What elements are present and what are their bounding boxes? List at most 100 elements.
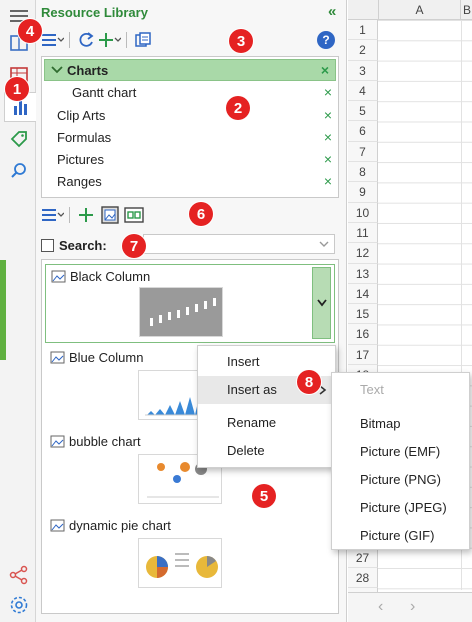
row-header[interactable]: 10 bbox=[348, 202, 378, 223]
chevron-right-icon[interactable]: › bbox=[410, 598, 415, 616]
callout-badge: 7 bbox=[122, 234, 146, 258]
list-item-black-column[interactable]: Black Column bbox=[45, 264, 335, 343]
expand-button[interactable] bbox=[312, 267, 331, 339]
picture-icon[interactable] bbox=[99, 204, 121, 226]
tag-icon[interactable] bbox=[6, 126, 32, 152]
resource-library-panel: Resource Library « ? Charts × Gantt char… bbox=[36, 0, 347, 622]
category-item-ranges[interactable]: Ranges × bbox=[42, 170, 338, 192]
row-header[interactable]: 3 bbox=[348, 60, 378, 81]
remove-icon[interactable]: × bbox=[324, 129, 332, 145]
settings-icon[interactable] bbox=[6, 592, 32, 618]
add-icon[interactable] bbox=[99, 29, 121, 51]
pie-chart-thumbnail bbox=[138, 538, 222, 588]
category-label: Gantt chart bbox=[72, 84, 137, 100]
context-menu: Insert Insert as Rename Delete bbox=[197, 345, 336, 468]
image-icon bbox=[50, 435, 65, 448]
category-label: Charts bbox=[67, 62, 109, 78]
chevron-down-icon[interactable] bbox=[318, 236, 330, 252]
row-header[interactable]: 27 bbox=[348, 547, 378, 569]
item-title: Blue Column bbox=[69, 350, 144, 365]
submenu-item-picture-emf[interactable]: Picture (EMF) bbox=[332, 438, 469, 466]
row-header[interactable]: 9 bbox=[348, 182, 378, 203]
chevron-left-icon[interactable]: ‹ bbox=[378, 598, 383, 616]
remove-icon[interactable]: × bbox=[324, 151, 332, 167]
submenu-item-picture-gif[interactable]: Picture (GIF) bbox=[332, 522, 469, 550]
black-column-thumbnail bbox=[139, 287, 223, 337]
share-icon[interactable] bbox=[6, 562, 32, 588]
submenu-item-picture-jpeg[interactable]: Picture (JPEG) bbox=[332, 494, 469, 522]
submenu-item-text: Text bbox=[360, 382, 384, 397]
resize-strip[interactable] bbox=[0, 260, 6, 360]
category-item-formulas[interactable]: Formulas × bbox=[42, 126, 338, 148]
insert-as-submenu: Text Bitmap Picture (EMF) Picture (PNG) … bbox=[331, 372, 470, 550]
submenu-item-bitmap[interactable]: Bitmap bbox=[332, 410, 469, 438]
row-header[interactable]: 13 bbox=[348, 263, 378, 284]
callout-badge: 8 bbox=[297, 370, 321, 394]
category-list: Charts × Gantt chart × Clip Arts × Formu… bbox=[41, 56, 339, 198]
remove-icon[interactable]: × bbox=[321, 62, 329, 78]
collapse-icon[interactable]: « bbox=[328, 3, 336, 20]
category-item-pictures[interactable]: Pictures × bbox=[42, 148, 338, 170]
search-checkbox[interactable] bbox=[41, 238, 54, 252]
thumbnail-size-icon[interactable] bbox=[123, 204, 145, 226]
callout-badge: 6 bbox=[189, 202, 213, 226]
column-header-a[interactable]: A bbox=[378, 0, 461, 20]
category-item-gantt-chart[interactable]: Gantt chart × bbox=[42, 81, 338, 103]
row-header[interactable]: 7 bbox=[348, 141, 378, 163]
column-header-b[interactable]: B bbox=[463, 0, 471, 20]
search-input[interactable] bbox=[143, 234, 335, 254]
menu-item-rename[interactable]: Rename bbox=[198, 409, 335, 437]
chevron-down-icon bbox=[316, 299, 327, 307]
row-header[interactable]: 15 bbox=[348, 304, 378, 325]
row-header[interactable]: 4 bbox=[348, 80, 378, 102]
category-toolbar bbox=[42, 29, 154, 51]
item-toolbar bbox=[42, 204, 145, 226]
row-header[interactable]: 28 bbox=[348, 568, 378, 589]
add-icon[interactable] bbox=[75, 204, 97, 226]
submenu-item-picture-png[interactable]: Picture (PNG) bbox=[332, 466, 469, 494]
category-label: Pictures bbox=[57, 151, 104, 167]
category-label: Formulas bbox=[57, 129, 112, 145]
row-header[interactable]: 11 bbox=[348, 222, 378, 244]
row-header[interactable]: 16 bbox=[348, 324, 378, 345]
category-item-charts[interactable]: Charts × bbox=[44, 59, 336, 81]
chevron-down-icon[interactable] bbox=[49, 65, 65, 75]
row-header[interactable]: 8 bbox=[348, 162, 378, 183]
row-header[interactable]: 1 bbox=[348, 20, 378, 41]
list-item-dynamic-pie-chart[interactable]: dynamic pie chart bbox=[45, 514, 335, 594]
row-header[interactable]: 14 bbox=[348, 283, 378, 305]
callout-badge: 4 bbox=[18, 19, 42, 43]
menu-item-label: Insert as bbox=[227, 382, 277, 397]
callout-badge: 3 bbox=[229, 29, 253, 53]
menu-item-delete[interactable]: Delete bbox=[198, 437, 335, 465]
row-header[interactable]: 6 bbox=[348, 121, 378, 142]
image-icon bbox=[50, 519, 65, 532]
callout-badge: 5 bbox=[252, 484, 276, 508]
sheet-navigation: ‹ › bbox=[348, 592, 472, 622]
row-header[interactable]: 12 bbox=[348, 243, 378, 264]
item-title: dynamic pie chart bbox=[69, 518, 171, 533]
callout-badge: 1 bbox=[5, 77, 29, 101]
category-label: Clip Arts bbox=[57, 107, 106, 123]
category-label: Ranges bbox=[57, 173, 102, 189]
panel-title: Resource Library bbox=[41, 5, 148, 20]
item-title: Black Column bbox=[70, 269, 151, 284]
remove-icon[interactable]: × bbox=[324, 84, 332, 100]
import-export-icon[interactable] bbox=[132, 29, 154, 51]
list-menu-icon[interactable] bbox=[42, 204, 64, 226]
image-icon bbox=[51, 270, 66, 283]
row-header[interactable]: 5 bbox=[348, 101, 378, 122]
column-header: A B bbox=[348, 0, 472, 20]
chevron-right-icon bbox=[319, 385, 327, 395]
search-icon[interactable] bbox=[6, 158, 32, 184]
item-title: bubble chart bbox=[69, 434, 141, 449]
remove-icon[interactable]: × bbox=[324, 173, 332, 189]
list-menu-icon[interactable] bbox=[42, 29, 64, 51]
refresh-icon[interactable] bbox=[75, 29, 97, 51]
help-icon[interactable]: ? bbox=[317, 31, 335, 49]
remove-icon[interactable]: × bbox=[324, 107, 332, 123]
image-icon bbox=[50, 351, 65, 364]
row-header[interactable]: 17 bbox=[348, 344, 378, 366]
category-item-clip-arts[interactable]: Clip Arts × bbox=[42, 104, 338, 126]
row-header[interactable]: 2 bbox=[348, 40, 378, 61]
